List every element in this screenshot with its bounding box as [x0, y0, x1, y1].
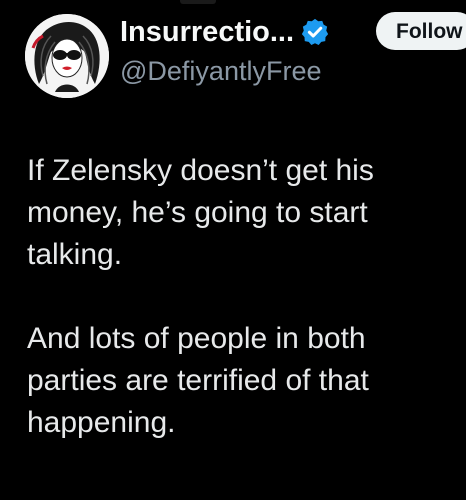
- verified-badge-icon: [300, 17, 330, 47]
- avatar-illustration: [25, 14, 109, 98]
- tweet-text: If Zelensky doesn’t get his money, he’s …: [27, 150, 447, 444]
- top-edge-artifact: [180, 0, 216, 4]
- tweet-paragraph-2: And lots of people in both parties are t…: [27, 322, 369, 439]
- avatar[interactable]: [25, 14, 109, 98]
- author-handle[interactable]: @DefiyantlyFree: [120, 56, 321, 87]
- follow-button[interactable]: Follow: [376, 12, 466, 50]
- tweet-card: Insurrectio... @DefiyantlyFree Follow If…: [0, 0, 466, 500]
- tweet-paragraph-1: If Zelensky doesn’t get his money, he’s …: [27, 154, 374, 271]
- author-name-row: Insurrectio...: [120, 12, 330, 52]
- author-display-name[interactable]: Insurrectio...: [120, 16, 294, 49]
